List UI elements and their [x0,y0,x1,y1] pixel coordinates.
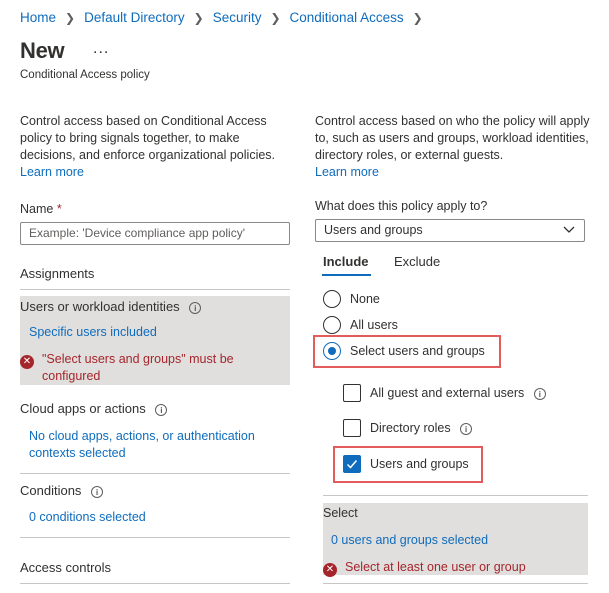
name-label-text: Name [20,202,54,216]
info-icon[interactable]: i [91,485,104,498]
select-value-link[interactable]: 0 users and groups selected [331,533,488,547]
breadcrumb-default-directory[interactable]: Default Directory [84,10,185,25]
select-heading: Select [323,506,358,520]
more-options-button[interactable]: ... [93,40,109,58]
breadcrumb-conditional-access[interactable]: Conditional Access [290,10,404,25]
radio-all-users-label: All users [350,318,398,332]
name-input[interactable]: Example: 'Device compliance app policy' [20,222,290,245]
users-value-link[interactable]: Specific users included [29,325,157,339]
users-heading: Users or workload identities i [20,299,202,314]
tab-include-underline [322,274,371,276]
left-intro-text: Control access based on Conditional Acce… [20,114,276,162]
divider [323,495,588,496]
checkbox-all-guest-users-text: All guest and external users [370,386,525,400]
required-marker: * [56,202,62,216]
left-learn-more-link[interactable]: Learn more [20,165,84,179]
select-error-text: Select at least one user or group [345,560,526,574]
cloud-apps-value-link[interactable]: No cloud apps, actions, or authenticatio… [29,428,284,462]
right-intro: Control access based on who the policy w… [315,113,590,181]
select-error: ✕ [323,560,337,577]
users-error: ✕ [20,352,34,369]
divider [323,583,588,584]
users-error-text: "Select users and groups" must be config… [42,352,234,383]
divider [20,289,290,290]
checkbox-users-and-groups-label: Users and groups [370,457,469,471]
page-title: New [20,38,65,63]
right-intro-text: Control access based on who the policy w… [315,114,590,162]
checkbox-all-guest-users[interactable] [343,384,361,402]
apply-to-label: What does this policy apply to? [315,199,488,213]
access-controls-heading: Access controls [20,560,112,575]
checkbox-all-guest-users-label: All guest and external users i [370,386,546,400]
divider [20,583,290,584]
breadcrumb-home[interactable]: Home [20,10,56,25]
chevron-right-icon: ❯ [270,10,281,25]
users-heading-text: Users or workload identities [20,299,180,314]
chevron-down-icon [562,222,576,239]
breadcrumb-security[interactable]: Security [213,10,262,25]
checkmark-icon [346,460,358,469]
chevron-right-icon: ❯ [193,10,204,25]
info-icon[interactable]: i [155,403,168,416]
info-icon[interactable]: i [189,301,202,314]
conditions-heading-text: Conditions [20,483,82,498]
checkbox-users-and-groups[interactable] [343,455,361,473]
chevron-right-icon: ❯ [412,10,423,25]
conditions-heading: Conditions i [20,483,104,498]
error-icon: ✕ [323,563,337,577]
checkbox-directory-roles-text: Directory roles [370,421,451,435]
apply-to-value: Users and groups [324,223,423,237]
checkbox-directory-roles-label: Directory roles i [370,421,473,435]
checkbox-directory-roles[interactable] [343,419,361,437]
radio-all-users[interactable] [323,316,341,334]
left-intro: Control access based on Conditional Acce… [20,113,292,181]
conditions-value-link[interactable]: 0 conditions selected [29,510,146,524]
radio-select-users-groups[interactable] [323,342,341,360]
error-icon: ✕ [20,355,34,369]
divider [20,537,290,538]
radio-select-users-groups-label: Select users and groups [350,344,485,358]
radio-none[interactable] [323,290,341,308]
divider [20,473,290,474]
tab-exclude[interactable]: Exclude [394,254,440,269]
breadcrumb: Home ❯ Default Directory ❯ Security ❯ Co… [20,10,432,25]
chevron-right-icon: ❯ [65,10,76,25]
cloud-apps-heading-text: Cloud apps or actions [20,401,146,416]
info-icon[interactable]: i [533,387,546,400]
radio-none-label: None [350,292,380,306]
right-learn-more-link[interactable]: Learn more [315,165,379,179]
name-label: Name * [20,202,62,216]
info-icon[interactable]: i [460,422,473,435]
apply-to-dropdown[interactable]: Users and groups [315,219,585,242]
cloud-apps-heading: Cloud apps or actions i [20,401,168,416]
name-input-placeholder: Example: 'Device compliance app policy' [29,226,246,240]
page-subtitle: Conditional Access policy [20,69,150,81]
tab-include[interactable]: Include [323,254,369,269]
assignments-heading: Assignments [20,266,95,281]
